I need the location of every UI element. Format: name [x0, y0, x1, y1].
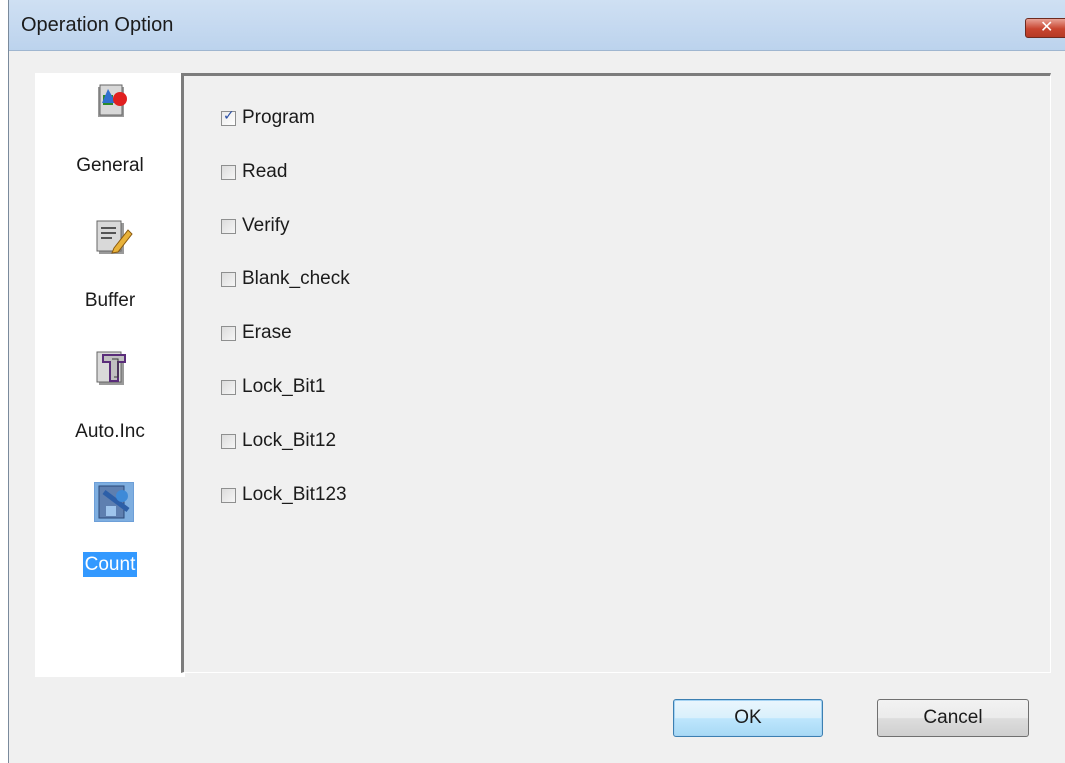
close-icon: ✕	[1040, 17, 1054, 36]
category-sidebar: General Buffer Auto.Inc Count	[35, 73, 185, 677]
title-bar[interactable]: Operation Option	[9, 0, 1065, 51]
ok-button[interactable]: OK	[673, 699, 823, 737]
read-checkbox[interactable]	[221, 165, 236, 180]
nav-label-buffer: Buffer	[84, 290, 136, 311]
lock-bit123-label: Lock_Bit123	[242, 484, 347, 505]
auto-inc-icon	[96, 351, 126, 385]
verify-checkbox[interactable]	[221, 219, 236, 234]
erase-label: Erase	[242, 322, 292, 343]
checkmark-icon: ✓	[223, 108, 235, 124]
read-label: Read	[242, 161, 288, 182]
nav-item-buffer[interactable]: Buffer	[35, 218, 185, 328]
options-panel: ✓ Program Read Verify Blank_check Erase …	[181, 73, 1051, 673]
erase-checkbox[interactable]	[221, 326, 236, 341]
buffer-icon	[96, 220, 133, 254]
lock-bit1-checkbox[interactable]	[221, 380, 236, 395]
nav-item-general[interactable]: General	[35, 83, 185, 193]
cancel-button[interactable]: Cancel	[877, 699, 1029, 737]
lock-bit12-checkbox[interactable]	[221, 434, 236, 449]
verify-label: Verify	[242, 215, 290, 236]
general-icon	[98, 84, 127, 117]
operation-option-dialog: Operation Option ✕ General Buffer Auto.I…	[8, 0, 1065, 763]
nav-label-count: Count	[82, 552, 138, 577]
lock-bit1-label: Lock_Bit1	[242, 376, 326, 397]
blank-check-label: Blank_check	[242, 268, 350, 289]
close-button[interactable]: ✕	[1025, 17, 1065, 38]
nav-item-count[interactable]: Count	[35, 482, 185, 592]
nav-label-auto-inc: Auto.Inc	[75, 421, 145, 442]
lock-bit123-checkbox[interactable]	[221, 488, 236, 503]
blank-check-checkbox[interactable]	[221, 272, 236, 287]
window-title: Operation Option	[21, 14, 174, 36]
program-label: Program	[242, 107, 315, 128]
program-checkbox[interactable]: ✓	[221, 108, 236, 126]
count-icon	[94, 482, 134, 522]
nav-item-auto-inc[interactable]: Auto.Inc	[35, 349, 185, 459]
lock-bit12-label: Lock_Bit12	[242, 430, 337, 451]
nav-label-general: General	[76, 155, 144, 176]
